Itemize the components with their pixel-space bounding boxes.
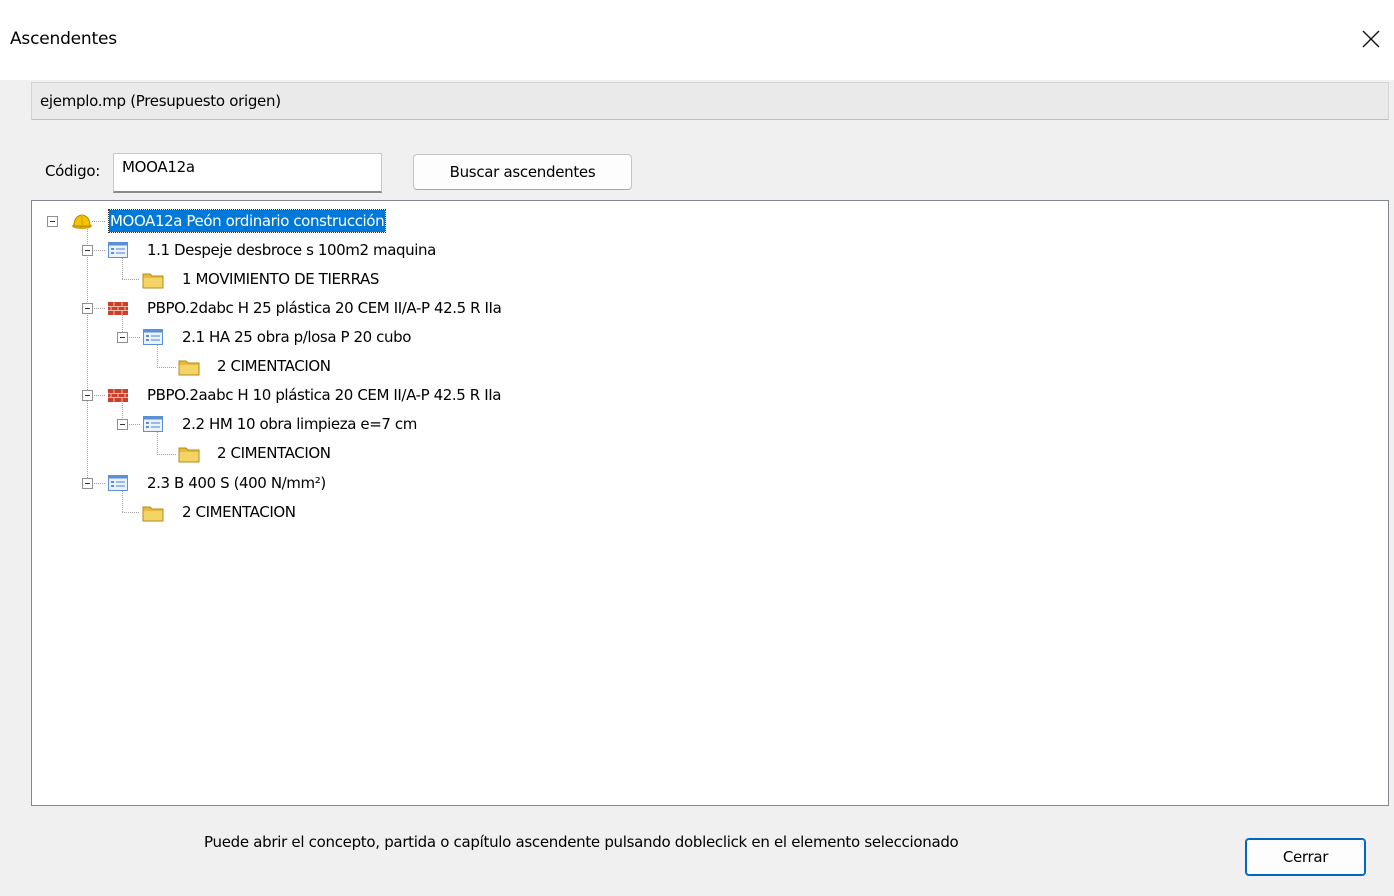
folder-icon (178, 447, 200, 463)
source-budget-bar: ejemplo.mp (Presupuesto origen) (31, 82, 1389, 120)
item-list-icon (143, 329, 163, 345)
tree-node-label: 1.1 Despeje desbroce s 100m2 maquina (147, 241, 436, 259)
folder-icon (178, 360, 200, 376)
code-input[interactable] (113, 153, 382, 193)
folder-icon (142, 506, 164, 522)
source-budget-label: ejemplo.mp (Presupuesto origen) (40, 92, 281, 110)
help-note: Puede abrir el concepto, partida o capít… (204, 833, 959, 851)
close-icon (1362, 30, 1380, 48)
collapse-toggle[interactable] (117, 332, 128, 343)
collapse-toggle[interactable] (82, 245, 93, 256)
tree-node-label: PBPO.2aabc H 10 plástica 20 CEM II/A-P 4… (147, 386, 502, 404)
folder-icon (142, 273, 164, 289)
ascendants-tree[interactable]: MOOA12a Peón ordinario construcción 1.1 … (31, 200, 1389, 806)
collapse-toggle[interactable] (82, 303, 93, 314)
item-list-icon (143, 416, 163, 432)
tree-node-label: 2 CIMENTACION (182, 503, 296, 521)
search-ascendants-button[interactable]: Buscar ascendentes (413, 154, 632, 190)
collapse-toggle[interactable] (82, 390, 93, 401)
tree-node-label: 2.2 HM 10 obra limpieza e=7 cm (182, 415, 417, 433)
item-list-icon (108, 242, 128, 258)
code-label: Código: (45, 162, 100, 180)
collapse-toggle[interactable] (117, 419, 128, 430)
hard-hat-icon (72, 214, 92, 229)
tree-node-label: 2.1 HA 25 obra p/losa P 20 cubo (182, 328, 412, 346)
collapse-toggle[interactable] (82, 478, 93, 489)
tree-node-label: 2 CIMENTACION (217, 357, 331, 375)
brick-icon (108, 389, 128, 402)
tree-node-label: PBPO.2dabc H 25 plástica 20 CEM II/A-P 4… (147, 299, 502, 317)
title-bar: Ascendentes (0, 0, 1394, 80)
brick-icon (108, 302, 128, 315)
tree-node-label: 2.3 B 400 S (400 N/mm²) (147, 474, 326, 492)
close-button[interactable]: Cerrar (1245, 838, 1366, 876)
item-list-icon (108, 475, 128, 491)
window-title: Ascendentes (10, 29, 117, 49)
tree-node-label: 1 MOVIMIENTO DE TIERRAS (182, 270, 379, 288)
tree-node-label: MOOA12a Peón ordinario construcción (107, 209, 387, 233)
close-window-button[interactable] (1348, 16, 1394, 62)
tree-node-label: 2 CIMENTACION (217, 444, 331, 462)
collapse-toggle[interactable] (47, 216, 58, 227)
